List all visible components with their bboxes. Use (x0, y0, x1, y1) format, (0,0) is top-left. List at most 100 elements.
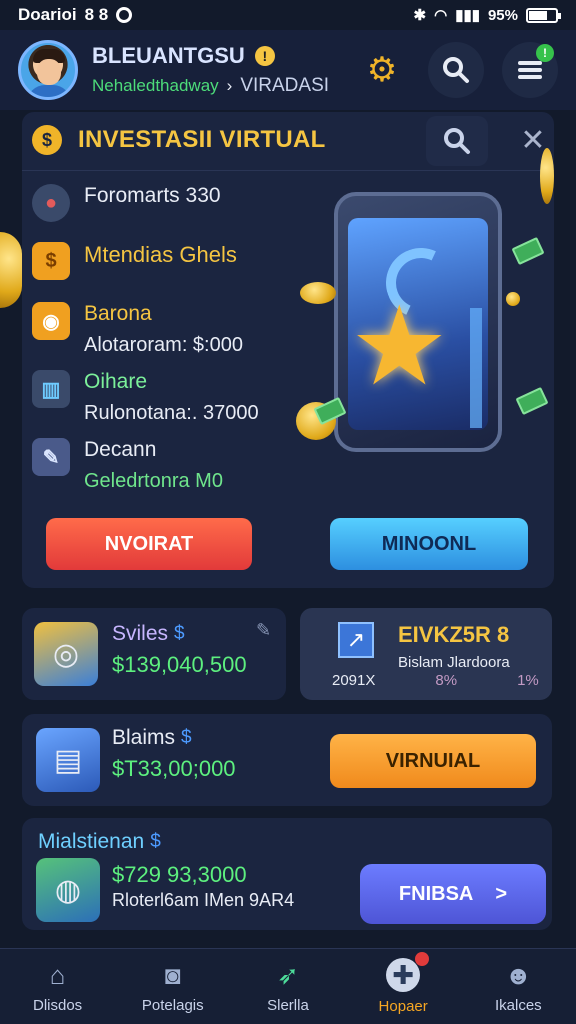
virtual-button[interactable]: VIRNUIAL (330, 734, 536, 788)
card-foot-value: 2091X (332, 672, 376, 689)
stats-card[interactable]: ↗ EIVKZ5R 8 Bislam Jlardoora 2091X 8% 1% (300, 608, 552, 700)
avatar[interactable] (18, 40, 78, 100)
gear-icon: ⚙ (366, 51, 398, 89)
arrow-up-icon (470, 308, 482, 428)
balance-card-1[interactable]: ◎ Sviles $ ✎ $139,040,500 (22, 608, 286, 700)
notification-dot (415, 952, 430, 966)
bottom-nav: ⌂ Dlisdos ◙ Potelagis ➶ Slerlla ✚ Hopaer… (0, 948, 576, 1024)
virtual-coin-icon: $ (32, 125, 62, 155)
wallet-icon: $ (32, 242, 70, 280)
invest-button[interactable]: NVOIRAT (46, 518, 252, 570)
user-info: BLEUANTGSU ! Nehaledthadway › VIRADASI (92, 43, 329, 97)
pin-icon: ◉ (32, 302, 70, 340)
banknote-icon (515, 386, 549, 416)
app-header: BLEUANTGSU ! Nehaledthadway › VIRADASI ⚙… (0, 30, 576, 110)
card-title: Sviles (112, 622, 169, 645)
card-search-button[interactable] (426, 116, 488, 166)
invest-card: $ INVESTASII VIRTUAL ✕ ● Foromarts 330 $… (0, 112, 554, 588)
nav-item-camera[interactable]: ◙ Potelagis (123, 959, 223, 1015)
search-icon (444, 128, 470, 154)
list-item[interactable]: $ Mtendias Ghels (32, 242, 237, 280)
settings-button[interactable]: ⚙ (354, 42, 410, 98)
toggle-icon: ● (32, 184, 70, 222)
card-title: INVESTASII VIRTUAL (78, 126, 326, 153)
coin-jar-icon: ◍ (36, 858, 100, 922)
camera-icon: ◙ (164, 959, 181, 990)
banknote-icon (511, 236, 545, 266)
nav-item-profile[interactable]: ☻ Ikalces (468, 959, 568, 1015)
close-icon: ✕ (520, 123, 546, 157)
bulb-icon: ! (254, 46, 275, 66)
card-value: $139,040,500 (112, 652, 247, 677)
row-subtitle: Rulonotana:. 37000 (84, 402, 259, 424)
list-item[interactable]: ● Foromarts 330 (32, 184, 221, 222)
finish-button-label: FNIBSA (398, 882, 474, 905)
dollar-icon: $ (150, 831, 161, 852)
dollar-icon: $ (181, 727, 192, 748)
edit-icon[interactable]: ✎ (256, 620, 271, 641)
trend-up-icon: ↗ (338, 622, 374, 658)
row-title: Barona (84, 302, 152, 325)
coin-icon (300, 282, 336, 304)
user-subtitle: Nehaledthadway (92, 76, 219, 95)
search-icon (443, 57, 469, 83)
dollar-icon: $ (174, 623, 185, 644)
coin-icon (540, 148, 554, 204)
row-title: Oihare (84, 370, 148, 393)
menu-icon (518, 61, 542, 79)
battery-percent: 95% (487, 6, 518, 24)
home-icon: ⌂ (49, 959, 66, 990)
user-status: VIRADASI (240, 75, 330, 96)
status-bar: Doarioi 8 8 ✱ ◠ ▮▮▮ 95% (0, 0, 576, 30)
search-button[interactable] (428, 42, 484, 98)
nav-label: Hopaer (378, 998, 428, 1015)
card-title: Blaims (112, 726, 176, 749)
withdraw-button[interactable]: MINOONL (330, 518, 528, 570)
card-foot-percent: 1% (517, 672, 539, 689)
list-item[interactable]: ✎ Decann Geledrtonra M0 (32, 438, 223, 493)
row-title: Decann (84, 438, 157, 461)
card-value: $729 93,3000 (112, 862, 247, 887)
phone-illustration: ★ (296, 192, 550, 502)
chevron-right-icon: > (495, 882, 508, 905)
card-subtitle: Bislam Jlardoora (398, 654, 510, 671)
wifi-icon: ◠ (434, 7, 448, 24)
status-circle-icon (116, 7, 133, 23)
status-time-digits: 8 8 (84, 5, 109, 24)
notification-badge: ! (536, 44, 554, 62)
divider (22, 170, 554, 171)
list-item[interactable]: ▥ Oihare Rulonotana:. 37000 (32, 370, 259, 425)
card-foot-percent: 8% (435, 672, 458, 689)
chart-icon: ▥ (32, 370, 70, 408)
coin-icon (0, 232, 22, 308)
ledger-icon: ▤ (36, 728, 100, 792)
nav-label: Slerlla (267, 997, 309, 1014)
nav-item-home[interactable]: ⌂ Dlisdos (8, 959, 108, 1015)
person-icon: ☻ (504, 959, 533, 990)
battery-icon (526, 7, 561, 23)
nav-item-compass[interactable]: ➶ Slerlla (238, 959, 338, 1015)
row-title: Foromarts 330 (84, 184, 221, 207)
nav-item-game[interactable]: ✚ Hopaer (353, 952, 453, 1015)
nav-label: Potelagis (141, 997, 204, 1014)
user-name: BLEUANTGSU (92, 43, 245, 68)
joystick-icon: ✚ (386, 958, 421, 992)
card-subtitle: Rloterl6am IMen 9AR4 (112, 890, 295, 910)
coin-icon (506, 292, 520, 306)
card-value: $T33,00;000 (112, 756, 236, 781)
card-title: Mialstienan (38, 830, 145, 853)
finish-button[interactable]: FNIBSA > (360, 864, 546, 924)
signal-icon: ▮▮▮ (455, 7, 480, 24)
nav-label: Ikalces (495, 997, 542, 1014)
row-subtitle: Alotaroram: $:000 (84, 334, 243, 356)
row-title: Mtendias Ghels (84, 242, 237, 267)
carrier-label: Doarioi (18, 5, 77, 24)
chevron-right-icon: › (226, 76, 233, 95)
pen-icon: ✎ (32, 438, 70, 476)
coin-stack-icon: ◎ (34, 622, 98, 686)
row-subtitle: Geledrtonra M0 (84, 470, 223, 492)
list-item[interactable]: ◉ Barona Alotaroram: $:000 (32, 302, 243, 357)
compass-icon: ➶ (277, 959, 299, 990)
menu-button[interactable]: ! (502, 42, 558, 98)
card-title: EIVKZ5R 8 (398, 622, 510, 647)
